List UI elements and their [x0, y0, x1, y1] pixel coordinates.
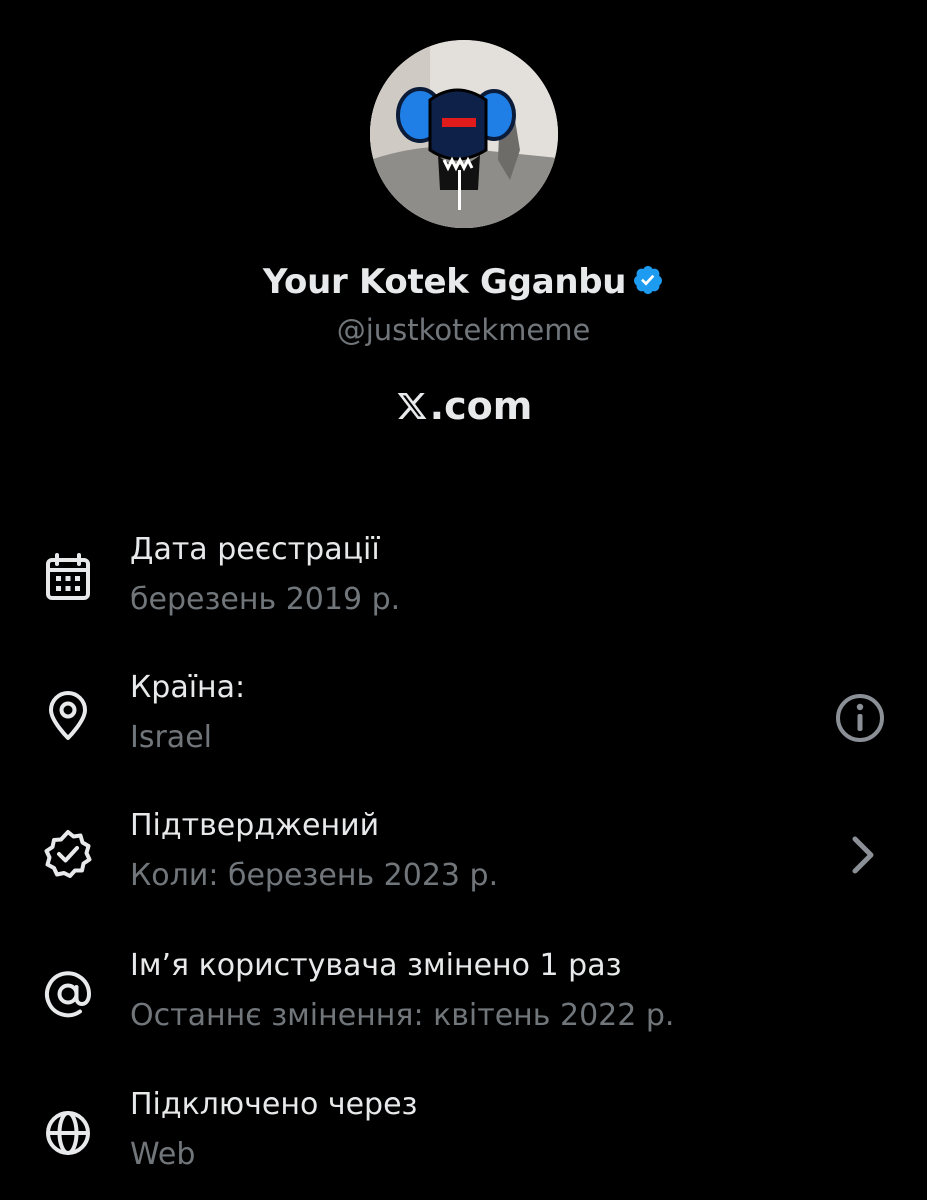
- detail-row-verified[interactable]: Підтверджений Коли: березень 2023 р.: [0, 808, 927, 918]
- detail-title: Підтверджений: [130, 808, 380, 843]
- detail-subtitle: Web: [130, 1137, 196, 1172]
- detail-subtitle: березень 2019 р.: [130, 582, 401, 617]
- detail-title: Підключено через: [130, 1087, 418, 1122]
- detail-title: Дата реєстрації: [130, 532, 380, 567]
- detail-row-connected-via: Підключено через Web: [0, 1087, 927, 1197]
- site-domain: .com: [429, 384, 533, 428]
- location-pin-icon: [49, 691, 87, 740]
- detail-subtitle: Останнє змінення: квітень 2022 р.: [130, 998, 675, 1033]
- calendar-icon: [46, 553, 90, 600]
- avatar-image: [370, 40, 558, 228]
- detail-subtitle: Israel: [130, 720, 212, 755]
- site-link[interactable]: .com: [0, 384, 927, 428]
- detail-title: Ім’я користувача змінено 1 раз: [130, 948, 622, 983]
- at-sign-icon: [45, 971, 92, 1018]
- verified-seal-icon: [44, 830, 92, 878]
- chevron-right-icon[interactable]: [835, 825, 895, 885]
- globe-icon: [46, 1111, 90, 1155]
- verified-badge-icon: [632, 264, 664, 296]
- detail-row-username-changes: Ім’я користувача змінено 1 раз Останнє з…: [0, 948, 927, 1058]
- display-name: Your Kotek Gganbu: [262, 262, 627, 302]
- detail-subtitle: Коли: березень 2023 р.: [130, 858, 499, 893]
- x-logo-icon: [395, 387, 429, 419]
- info-icon[interactable]: [830, 688, 890, 748]
- profile-handle: @justkotekmeme: [336, 313, 591, 347]
- profile-name-row: Your Kotek Gganbu: [0, 262, 927, 302]
- detail-row-registration: Дата реєстрації березень 2019 р.: [0, 532, 927, 642]
- profile-avatar[interactable]: [370, 40, 558, 228]
- detail-title: Країна:: [130, 670, 246, 705]
- detail-row-country: Країна: Israel: [0, 670, 927, 780]
